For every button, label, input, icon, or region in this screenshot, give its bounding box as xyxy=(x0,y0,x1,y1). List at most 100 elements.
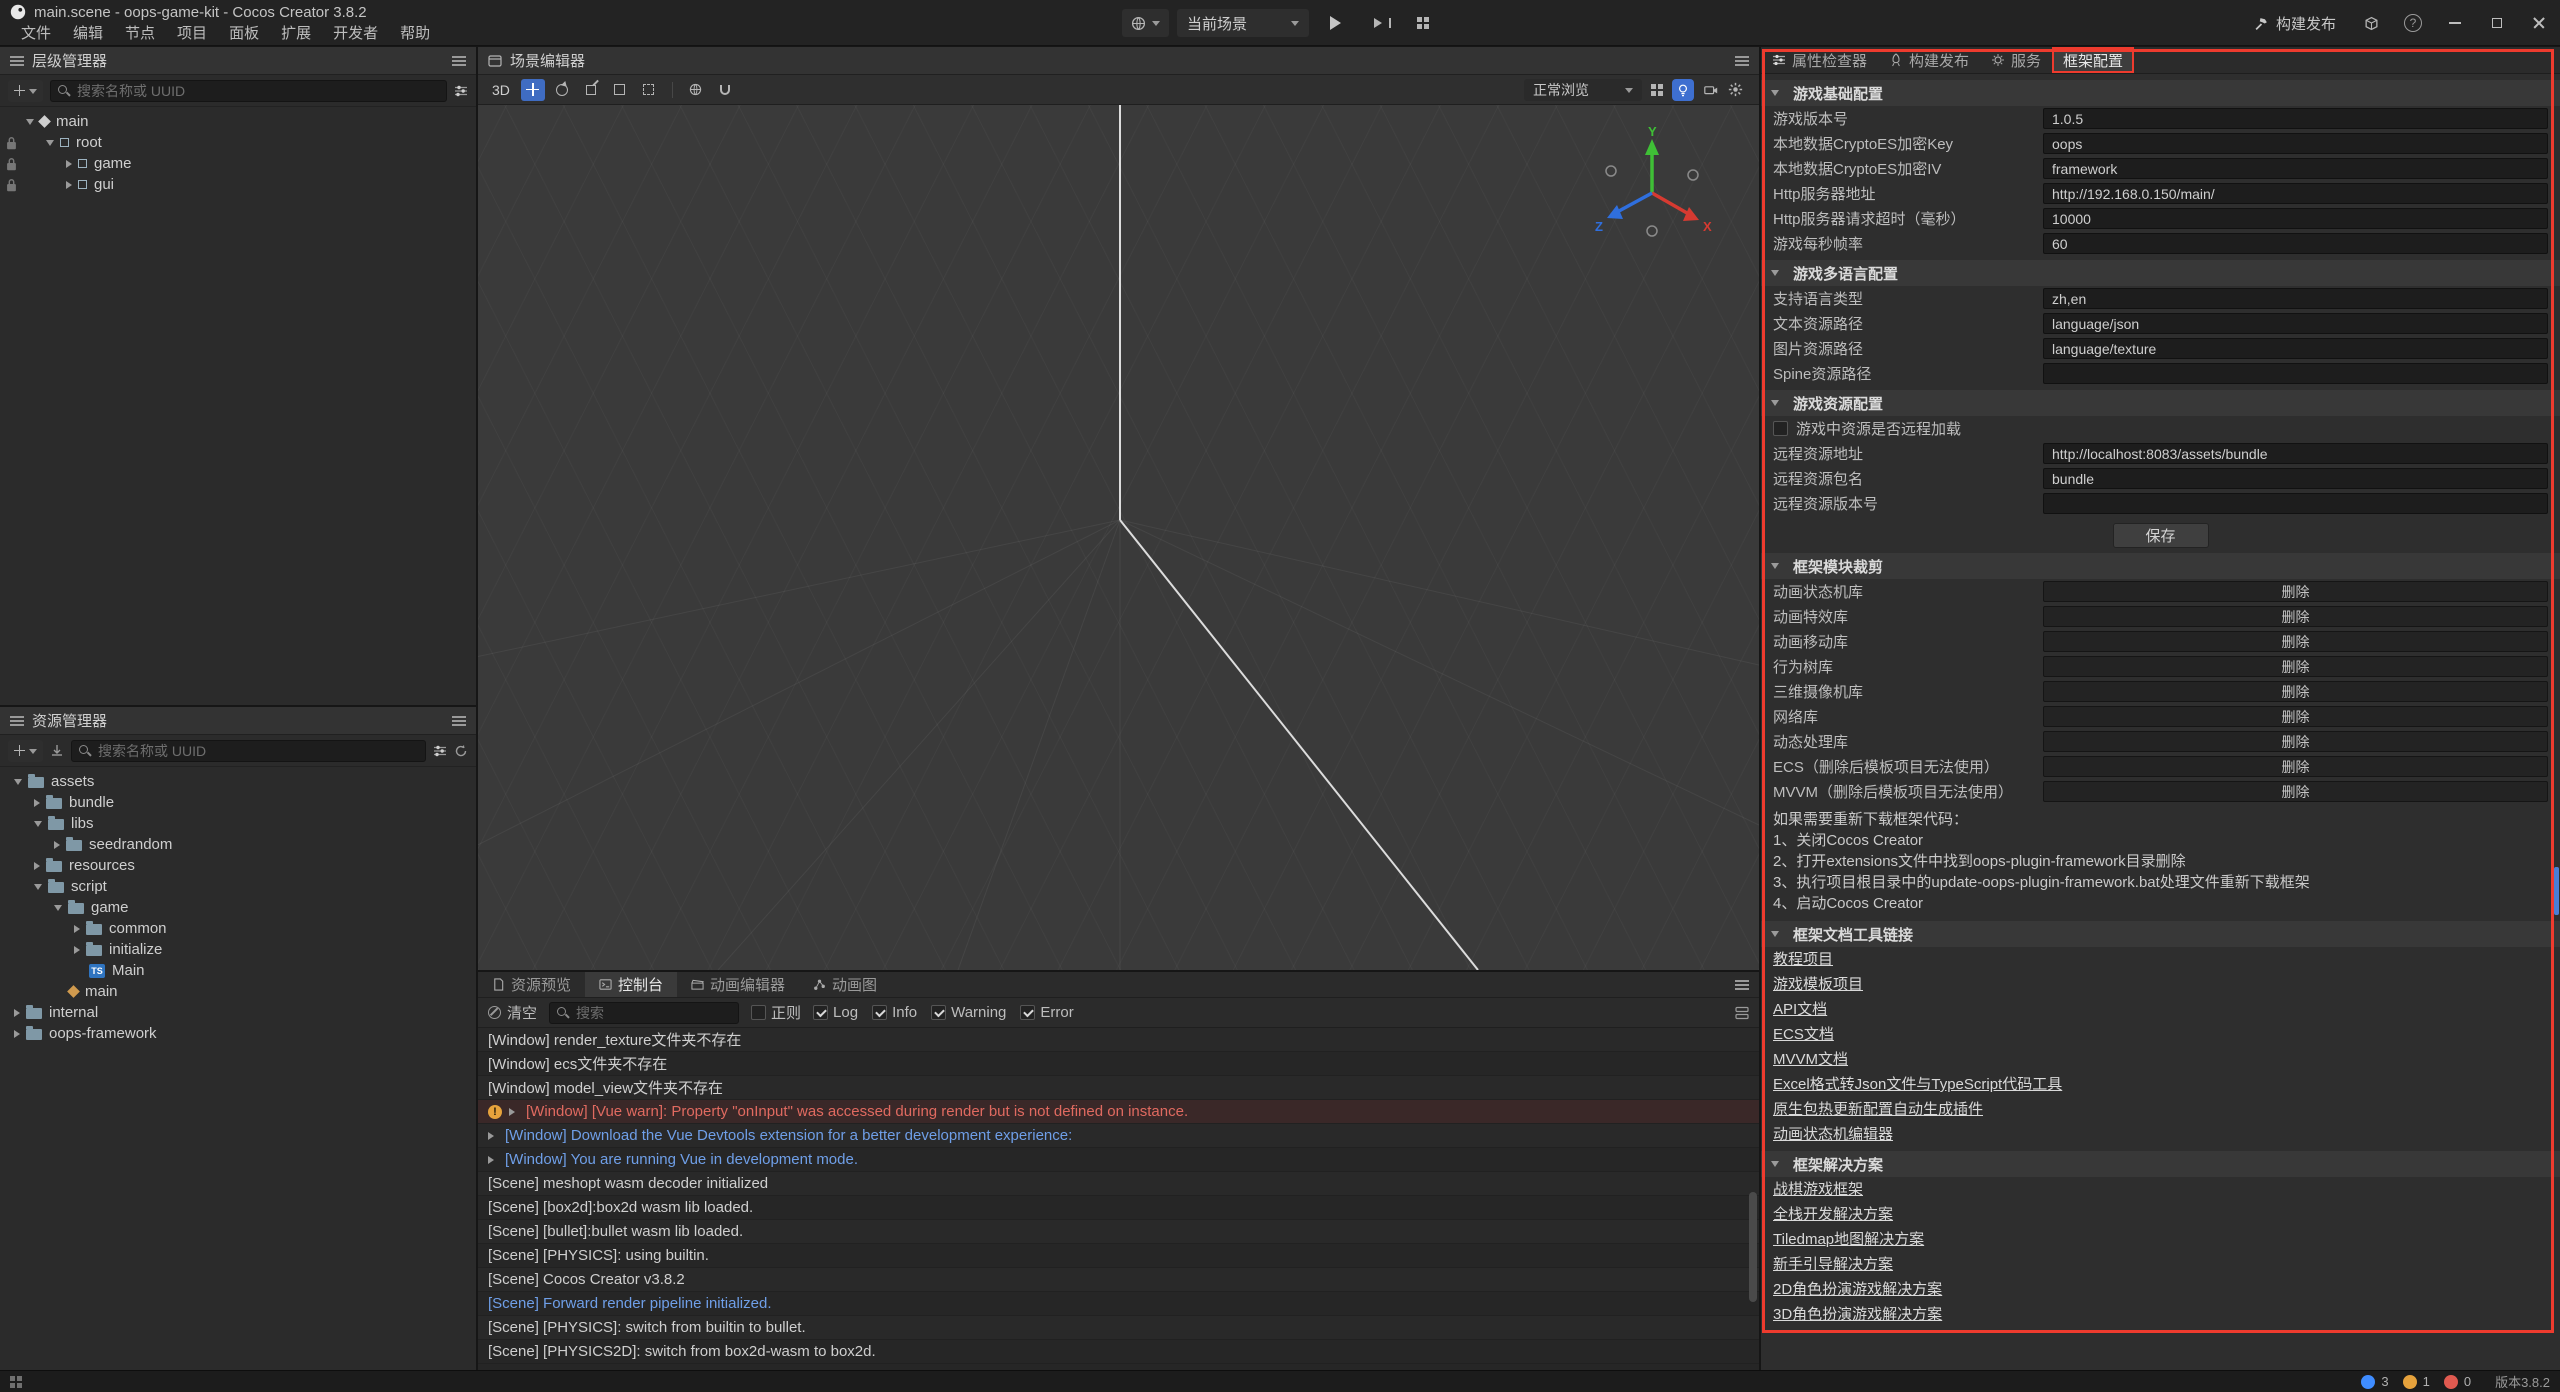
delete-button[interactable]: 删除 xyxy=(2043,581,2548,602)
console-log-row[interactable]: [Scene] [box2d]:box2d wasm lib loaded. xyxy=(478,1196,1759,1220)
lock-icon[interactable] xyxy=(6,178,17,191)
pivot-tool-button[interactable] xyxy=(637,79,661,101)
tree-row[interactable]: gui xyxy=(0,174,476,195)
panel-menu-icon[interactable] xyxy=(1735,55,1749,67)
preview-platform-button[interactable] xyxy=(1122,9,1169,37)
doc-link[interactable]: 2D角色扮演游戏解决方案 xyxy=(1773,1277,1942,1302)
doc-link[interactable]: Tiledmap地图解决方案 xyxy=(1773,1227,1924,1252)
refresh-icon[interactable] xyxy=(454,744,468,758)
tab-属性检查器[interactable]: 属性检查器 xyxy=(1761,47,1878,73)
checkbox-icon[interactable] xyxy=(1773,421,1788,436)
menu-item[interactable]: 项目 xyxy=(166,22,218,46)
minimize-button[interactable] xyxy=(2434,0,2476,46)
field-input[interactable] xyxy=(2043,468,2548,489)
checkbox-icon[interactable] xyxy=(1020,1005,1035,1020)
doc-link[interactable]: 动画状态机编辑器 xyxy=(1773,1122,1893,1147)
menu-item[interactable]: 文件 xyxy=(10,22,62,46)
snap-button[interactable] xyxy=(713,79,737,101)
menu-item[interactable]: 节点 xyxy=(114,22,166,46)
console-log-row[interactable]: [Window] [Vue warn]: Property "onInput" … xyxy=(478,1100,1759,1124)
orientation-gizmo[interactable]: Y X Z xyxy=(1587,127,1717,257)
field-input[interactable] xyxy=(2043,133,2548,154)
store-icon[interactable] xyxy=(10,1376,22,1388)
field-input[interactable] xyxy=(2043,443,2548,464)
console-filter-info[interactable]: Info xyxy=(872,1004,917,1021)
console-tab-2[interactable]: 控制台 xyxy=(585,972,677,997)
dimension-toggle[interactable]: 3D xyxy=(486,82,516,98)
doc-link[interactable]: ECS文档 xyxy=(1773,1022,1834,1047)
package-button[interactable] xyxy=(2350,0,2392,46)
field-input[interactable] xyxy=(2043,288,2548,309)
tree-row[interactable]: bundle xyxy=(0,792,476,813)
chevron-right-icon[interactable] xyxy=(54,841,60,849)
tree-row[interactable]: seedrandom xyxy=(0,834,476,855)
chevron-right-icon[interactable] xyxy=(34,799,40,807)
doc-link[interactable]: 教程项目 xyxy=(1773,947,1833,972)
delete-button[interactable]: 删除 xyxy=(2043,631,2548,652)
field-input[interactable] xyxy=(2043,313,2548,334)
tree-row[interactable]: game xyxy=(0,153,476,174)
doc-link[interactable]: MVVM文档 xyxy=(1773,1047,1848,1072)
collapse-logs-icon[interactable] xyxy=(1735,1006,1749,1020)
console-log-row[interactable]: [Window] ecs文件夹不存在 xyxy=(478,1052,1759,1076)
panel-menu-icon[interactable] xyxy=(1735,979,1749,991)
field-input[interactable] xyxy=(2043,338,2548,359)
tree-row[interactable]: game xyxy=(0,897,476,918)
doc-link[interactable]: 全栈开发解决方案 xyxy=(1773,1202,1893,1227)
console-log-row[interactable]: [Scene] Cocos Creator v3.8.2 xyxy=(478,1268,1759,1292)
console-tab-1[interactable]: 资源预览 xyxy=(478,972,585,997)
console-log-row[interactable]: [Scene] [bullet]:bullet wasm lib loaded. xyxy=(478,1220,1759,1244)
create-node-button[interactable] xyxy=(8,80,43,102)
doc-link[interactable]: 战棋游戏框架 xyxy=(1773,1177,1863,1202)
tab-构建发布[interactable]: 构建发布 xyxy=(1878,47,1980,73)
chevron-right-icon[interactable] xyxy=(74,946,80,954)
console-log-row[interactable]: [Window] model_view文件夹不存在 xyxy=(478,1076,1759,1100)
field-input[interactable] xyxy=(2043,183,2548,204)
help-button[interactable] xyxy=(2392,0,2434,46)
rotate-tool-button[interactable] xyxy=(550,79,574,101)
chevron-down-icon[interactable] xyxy=(34,884,42,890)
tree-row[interactable]: main xyxy=(0,111,476,132)
close-button[interactable] xyxy=(2518,0,2560,46)
play-button[interactable] xyxy=(1317,9,1357,37)
layout-button[interactable] xyxy=(1408,9,1438,37)
field-input[interactable] xyxy=(2043,108,2548,129)
chevron-right-icon[interactable] xyxy=(74,925,80,933)
console-search-input[interactable] xyxy=(549,1002,739,1024)
coordinate-space-button[interactable] xyxy=(684,79,708,101)
tree-row[interactable]: root xyxy=(0,132,476,153)
panel-menu-icon[interactable] xyxy=(452,55,466,67)
chevron-right-icon[interactable] xyxy=(66,160,72,168)
doc-link[interactable]: API文档 xyxy=(1773,997,1827,1022)
chevron-down-icon[interactable] xyxy=(54,905,62,911)
remote-load-checkbox-row[interactable]: 游戏中资源是否远程加载 xyxy=(1761,416,2560,441)
console-tab-3[interactable]: 动画编辑器 xyxy=(677,972,799,997)
delete-button[interactable]: 删除 xyxy=(2043,781,2548,802)
doc-link[interactable]: Excel格式转Json文件与TypeScript代码工具 xyxy=(1773,1072,2062,1097)
expand-caret-icon[interactable] xyxy=(488,1132,498,1140)
expand-caret-icon[interactable] xyxy=(488,1156,498,1164)
doc-link[interactable]: 原生包热更新配置自动生成插件 xyxy=(1773,1097,1983,1122)
console-log-row[interactable]: [Scene] [PHYSICS]: using builtin. xyxy=(478,1244,1759,1268)
console-filter-log[interactable]: Log xyxy=(813,1004,858,1021)
chevron-right-icon[interactable] xyxy=(14,1009,20,1017)
delete-button[interactable]: 删除 xyxy=(2043,756,2548,777)
tree-row[interactable]: common xyxy=(0,918,476,939)
assets-search-input[interactable] xyxy=(71,740,426,762)
chevron-down-icon[interactable] xyxy=(26,119,34,125)
section-header[interactable]: 游戏多语言配置 xyxy=(1761,260,2560,286)
hierarchy-search-input[interactable] xyxy=(50,80,447,102)
menu-item[interactable]: 扩展 xyxy=(270,22,322,46)
move-tool-button[interactable] xyxy=(521,79,545,101)
checkbox-icon[interactable] xyxy=(751,1005,766,1020)
field-input[interactable] xyxy=(2043,493,2548,514)
console-scrollbar[interactable] xyxy=(1749,1192,1757,1302)
console-tab-4[interactable]: 动画图 xyxy=(799,972,891,997)
console-log-row[interactable]: [Scene] [PHYSICS]: switch from builtin t… xyxy=(478,1316,1759,1340)
tree-row[interactable]: TSMain xyxy=(0,960,476,981)
field-input[interactable] xyxy=(2043,158,2548,179)
step-button[interactable] xyxy=(1365,9,1400,37)
regex-toggle[interactable]: 正则 xyxy=(751,1002,801,1023)
menu-item[interactable]: 编辑 xyxy=(62,22,114,46)
tree-row[interactable]: main xyxy=(0,981,476,1002)
